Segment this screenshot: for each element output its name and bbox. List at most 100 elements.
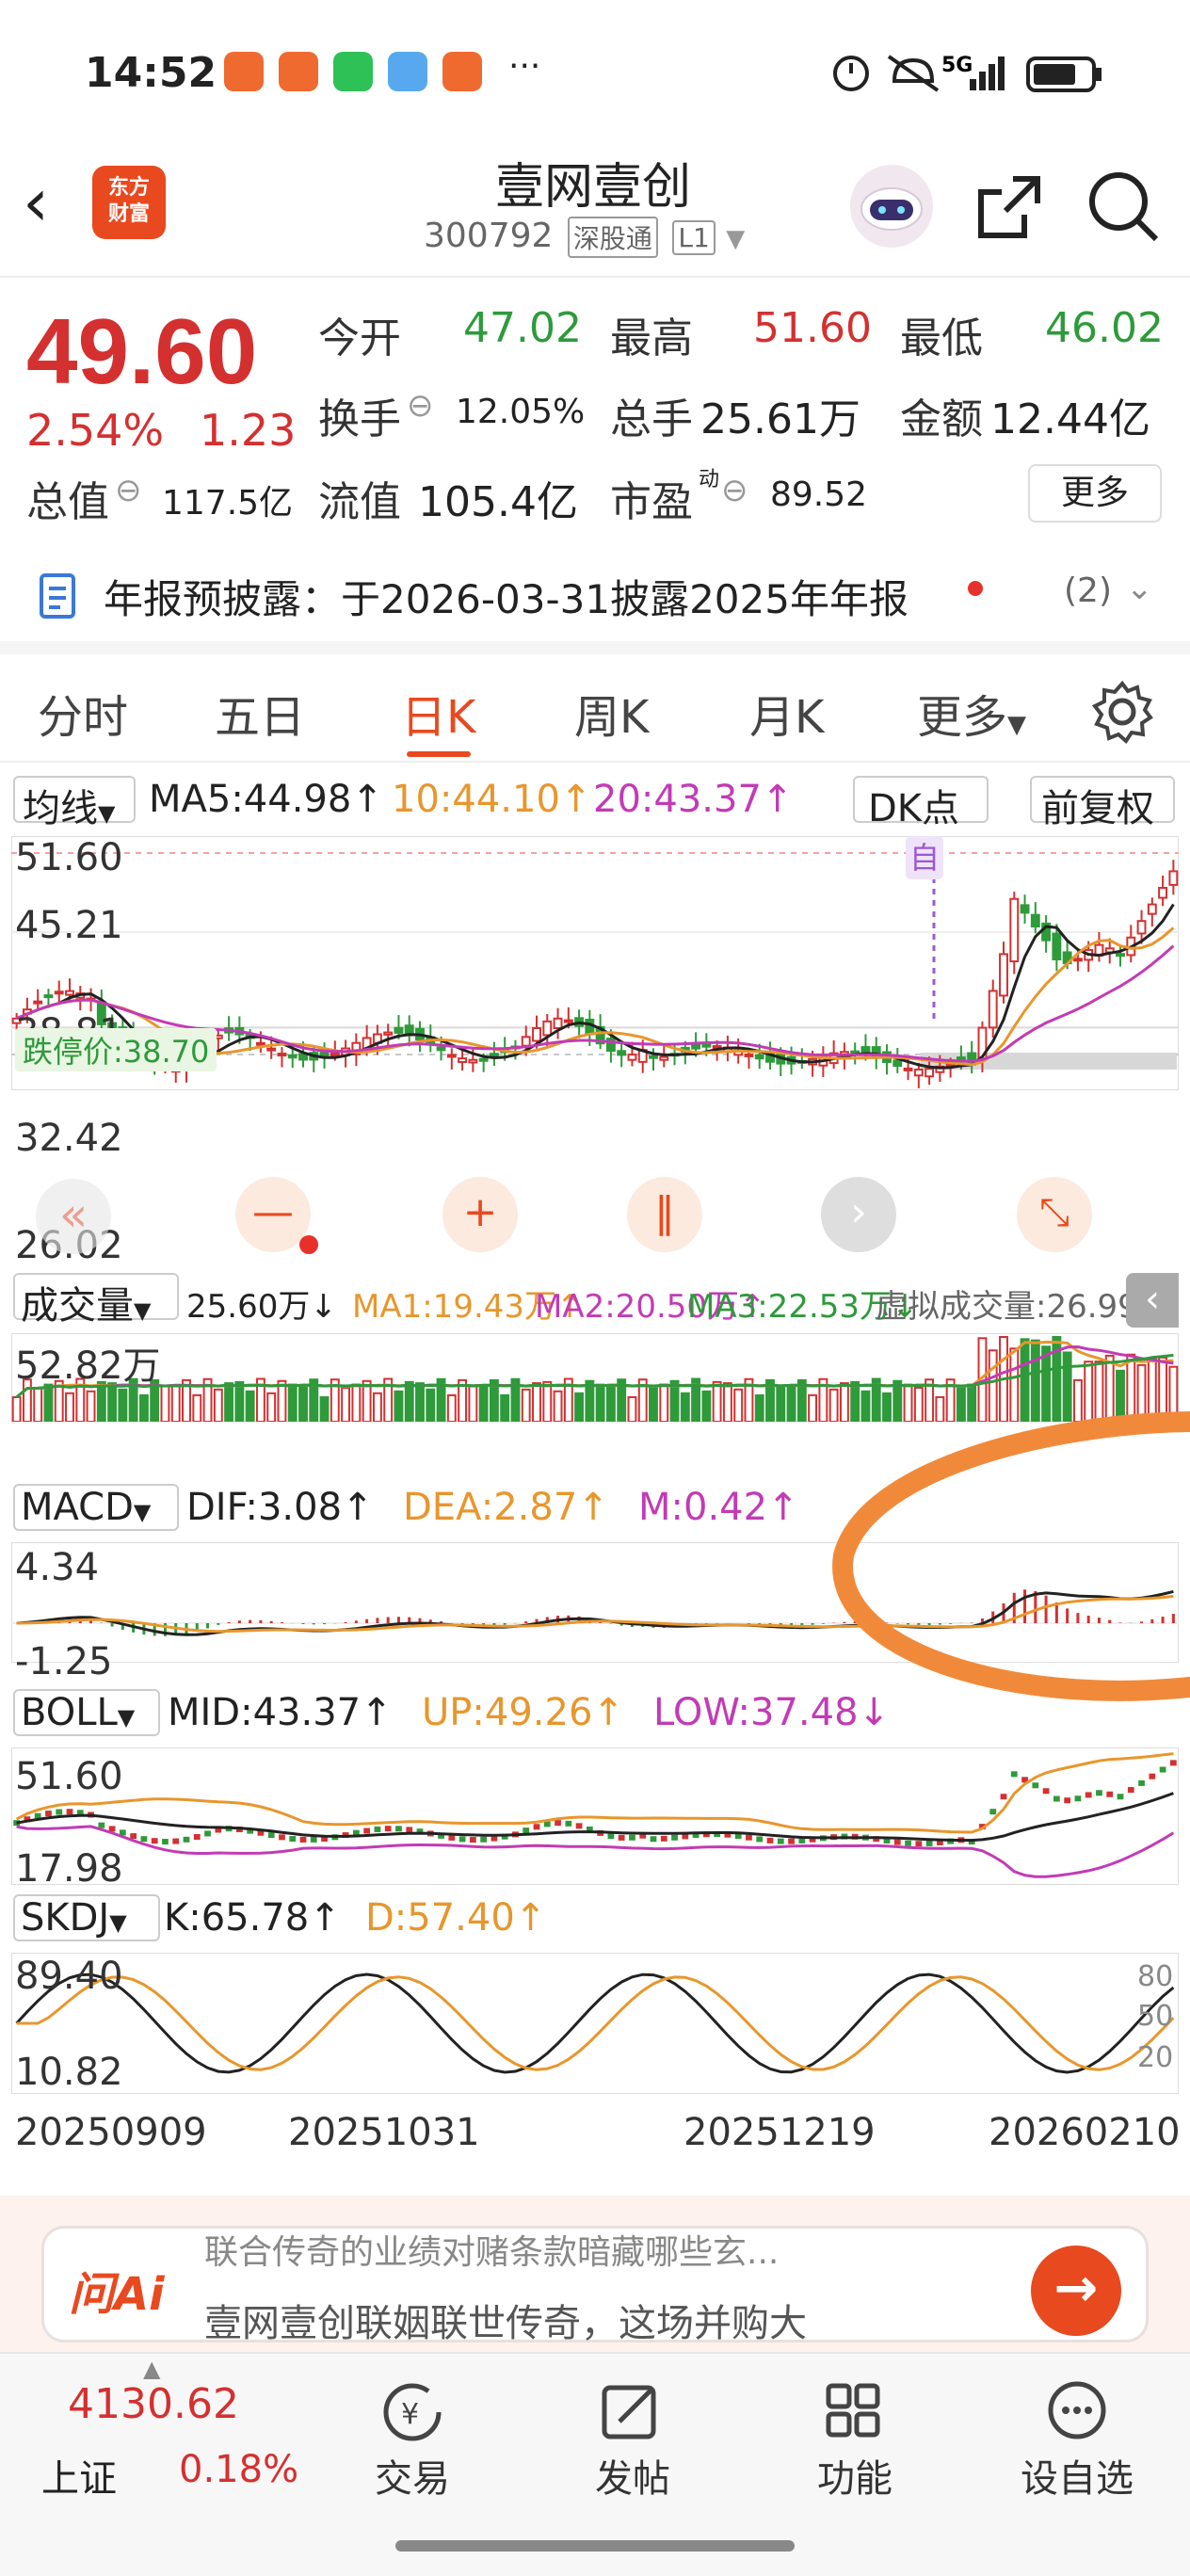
- self-select-marker[interactable]: 自: [906, 836, 943, 879]
- skdj-k: K:65.78↑: [164, 1896, 341, 1940]
- nav-watchlist[interactable]: 设自选: [1002, 2378, 1152, 2503]
- more-dots-icon: [1048, 2381, 1106, 2439]
- pe-label: 市盈: [610, 478, 693, 526]
- adjust-button-label[interactable]: 前复权: [1041, 778, 1154, 832]
- back-button[interactable]: ‹: [23, 169, 49, 235]
- candle-body: [1009, 897, 1020, 963]
- hand-drawn-circle-annotation: [832, 1411, 1190, 1701]
- candle-body: [988, 990, 998, 1029]
- kline-chart-area[interactable]: 均线▼ MA5:44.98↑ 10:44.10↑ 20:43.37↑ DK点 前…: [0, 765, 1190, 2196]
- reader-icon: [388, 52, 427, 91]
- nav-post[interactable]: 发帖: [557, 2378, 708, 2503]
- macd-dea: DEA:2.87↑: [403, 1486, 609, 1529]
- info-icon[interactable]: ⊖: [115, 472, 142, 509]
- tab-monthly-k[interactable]: 月K: [749, 680, 824, 746]
- change-amount: 1.23: [200, 405, 297, 456]
- candle-body: [1116, 953, 1125, 958]
- ai-question-line[interactable]: 联合传奇的业绩对赌条款暗藏哪些玄...: [204, 2225, 779, 2274]
- boll-selector-label[interactable]: BOLL▼: [21, 1691, 135, 1734]
- skdj-ref-80: 80: [1137, 1960, 1174, 1993]
- collapse-panel-button[interactable]: ‹: [1126, 1273, 1179, 1328]
- dk-button-label[interactable]: DK点: [868, 778, 959, 832]
- candle-body: [33, 1000, 43, 1005]
- info-icon[interactable]: ⊖: [407, 387, 434, 425]
- search-icon[interactable]: [1085, 168, 1164, 247]
- candle-body: [659, 1055, 669, 1061]
- candle-body: [298, 1053, 308, 1061]
- boll-candle: [395, 1826, 402, 1832]
- skdj-selector-label[interactable]: SKDJ▼: [21, 1896, 127, 1940]
- index-name[interactable]: 上证: [41, 2448, 117, 2503]
- skdj-d: D:57.40↑: [365, 1896, 547, 1940]
- candle-body: [266, 1047, 277, 1052]
- boll-candle: [267, 1832, 275, 1839]
- candle-body: [563, 1019, 573, 1023]
- scroll-right-button[interactable]: ›: [821, 1177, 896, 1252]
- boll-candle: [925, 1840, 933, 1846]
- stock-code[interactable]: 300792 深股通 L1 ▼: [424, 217, 745, 258]
- boll-candle: [310, 1836, 317, 1843]
- fullscreen-button[interactable]: ⤡: [1017, 1177, 1092, 1252]
- candle-body: [1147, 903, 1157, 915]
- play-button[interactable]: ‖: [627, 1177, 702, 1252]
- quote-panel: 49.60 2.54% 1.23 今开 47.02 最高 51.60 最低 46…: [0, 278, 1190, 541]
- nav-trade[interactable]: ¥ 交易: [337, 2378, 488, 2503]
- index-change-percent[interactable]: 0.18%: [179, 2448, 298, 2491]
- volume-bar: [500, 1393, 510, 1422]
- volume-bar: [372, 1392, 382, 1422]
- last-price: 49.60: [26, 299, 258, 403]
- boll-axis-max: 51.60: [15, 1755, 123, 1798]
- ma5-value: MA5:44.98↑: [149, 778, 383, 821]
- tab-five-day[interactable]: 五日: [215, 680, 305, 746]
- level-tag: L1: [672, 219, 716, 255]
- connect-tag: 深股通: [567, 217, 658, 258]
- x-axis-date: 20260210: [989, 2111, 1181, 2154]
- volume-bar: [341, 1386, 351, 1422]
- candle-body: [478, 1057, 489, 1062]
- boll-candle: [480, 1836, 488, 1843]
- app-notification-icon: [279, 52, 318, 91]
- ai-question-line[interactable]: 壹网壹创联姻联世传奇，这场并购大: [204, 2293, 807, 2347]
- candle-body: [913, 1068, 924, 1077]
- chevron-down-icon[interactable]: ⌄: [1126, 570, 1153, 607]
- expand-arrow-icon[interactable]: ▲: [143, 2356, 160, 2382]
- index-value[interactable]: 4130.62: [68, 2380, 239, 2428]
- ai-go-arrow-button[interactable]: →: [1031, 2246, 1121, 2336]
- candle-body: [999, 953, 1008, 997]
- volume-selector-label[interactable]: 成交量▼: [21, 1275, 151, 1329]
- low-value: 46.02: [1045, 304, 1164, 352]
- robot-assistant-icon[interactable]: [847, 162, 936, 250]
- more-button[interactable]: 更多: [1028, 464, 1162, 523]
- candle-body: [1052, 932, 1062, 960]
- candle-body: [532, 1026, 541, 1042]
- candle-body: [903, 1067, 913, 1071]
- tab-intraday[interactable]: 分时: [38, 680, 128, 746]
- volume-bar: [478, 1385, 489, 1422]
- nav-functions[interactable]: 功能: [780, 2378, 930, 2503]
- boll-axis-min: 17.98: [15, 1847, 123, 1891]
- skdj-chart[interactable]: [11, 1953, 1179, 2094]
- info-icon[interactable]: ⊖: [721, 472, 748, 509]
- y-axis-label: 45.21: [15, 904, 123, 947]
- candle-body: [754, 1054, 764, 1060]
- tab-daily-k[interactable]: 日K: [401, 680, 475, 746]
- scroll-left-button[interactable]: «: [36, 1179, 111, 1254]
- ai-question-card[interactable]: 问Ai 联合传奇的业绩对赌条款暗藏哪些玄... 壹网壹创联姻联世传奇，这场并购大…: [41, 2225, 1149, 2345]
- volume-bar: [532, 1382, 541, 1422]
- tab-weekly-k[interactable]: 周K: [574, 680, 649, 746]
- volume-label: 总手: [610, 395, 693, 443]
- macd-selector-label[interactable]: MACD▼: [21, 1486, 151, 1529]
- volume-bar: [574, 1392, 585, 1422]
- zoom-in-button[interactable]: +: [442, 1177, 518, 1252]
- tab-more[interactable]: 更多▼: [917, 680, 1026, 746]
- share-icon[interactable]: [972, 169, 1047, 245]
- boll-candle: [279, 1834, 285, 1841]
- boll-candle: [629, 1834, 635, 1841]
- notice-bar[interactable]: 年报预披露：于2026-03-31披露2025年年报 (2) ⌄: [0, 541, 1190, 654]
- float-cap-value: 105.4亿: [418, 478, 578, 526]
- candle-body: [691, 1043, 701, 1050]
- gear-icon[interactable]: [1088, 678, 1156, 746]
- ma-selector-label[interactable]: 均线▼: [23, 778, 115, 832]
- volume-bar: [468, 1385, 478, 1422]
- candle-body: [1158, 887, 1168, 899]
